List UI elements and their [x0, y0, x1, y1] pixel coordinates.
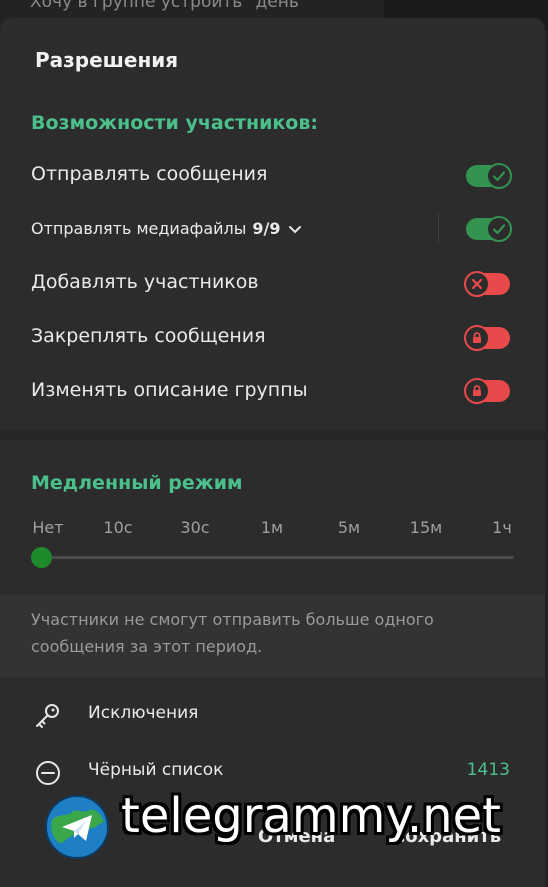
send-media-toggle[interactable]: [466, 216, 512, 242]
chat-message-snippet: Хочу в группе устроить "день: [30, 0, 299, 12]
add-members-toggle[interactable]: [464, 271, 510, 297]
slow-mode-options: Нет 10с 30с 1м 5м 15м 1ч: [31, 518, 515, 540]
permission-send-media-label[interactable]: Отправлять медиафайлы 9/9: [31, 219, 302, 239]
change-info-toggle[interactable]: [464, 378, 510, 404]
permission-pin-messages-label[interactable]: Закреплять сообщения: [31, 325, 266, 347]
permission-send-messages-label[interactable]: Отправлять сообщения: [31, 163, 267, 185]
pin-messages-toggle[interactable]: [464, 325, 510, 351]
permission-add-members-label[interactable]: Добавлять участников: [31, 271, 259, 293]
slow-mode-title: Медленный режим: [31, 472, 243, 494]
slow-mode-slider-thumb[interactable]: [31, 547, 52, 568]
permission-change-info-label[interactable]: Изменять описание группы: [31, 379, 308, 401]
dialog-title: Разрешения: [35, 48, 179, 72]
media-count: 9/9: [252, 219, 281, 238]
slow-mode-option[interactable]: 10с: [103, 518, 132, 537]
chevron-down-icon[interactable]: [288, 220, 302, 239]
slow-mode-option[interactable]: Нет: [32, 518, 63, 537]
exceptions-row[interactable]: Исключения: [0, 689, 545, 739]
telegram-globe-icon: [44, 794, 110, 860]
key-icon: [33, 701, 63, 731]
slow-mode-option[interactable]: 1м: [261, 518, 283, 537]
check-icon: [486, 216, 512, 242]
watermark-text: telegrammy.net: [121, 788, 501, 844]
check-icon: [486, 163, 512, 189]
slow-mode-option[interactable]: 1ч: [492, 518, 512, 537]
send-media-text: Отправлять медиафайлы: [31, 219, 247, 238]
slow-mode-option[interactable]: 5м: [338, 518, 360, 537]
members-section-title: Возможности участников:: [31, 112, 318, 134]
close-x-icon: [464, 271, 490, 297]
slow-mode-option[interactable]: 30с: [180, 518, 209, 537]
watermark: telegrammy.net: [44, 774, 534, 884]
section-separator: [0, 430, 545, 440]
slow-mode-option[interactable]: 15м: [410, 518, 442, 537]
row-divider: [438, 214, 439, 242]
lock-icon: [464, 378, 490, 404]
permissions-dialog: Разрешения Возможности участников: Отпра…: [0, 18, 545, 887]
send-messages-toggle[interactable]: [466, 163, 512, 189]
exceptions-label: Исключения: [88, 703, 199, 723]
lock-icon: [464, 325, 490, 351]
slow-mode-slider-track[interactable]: [41, 556, 514, 559]
slow-mode-hint: Участники не смогут отправить больше одн…: [31, 610, 434, 656]
